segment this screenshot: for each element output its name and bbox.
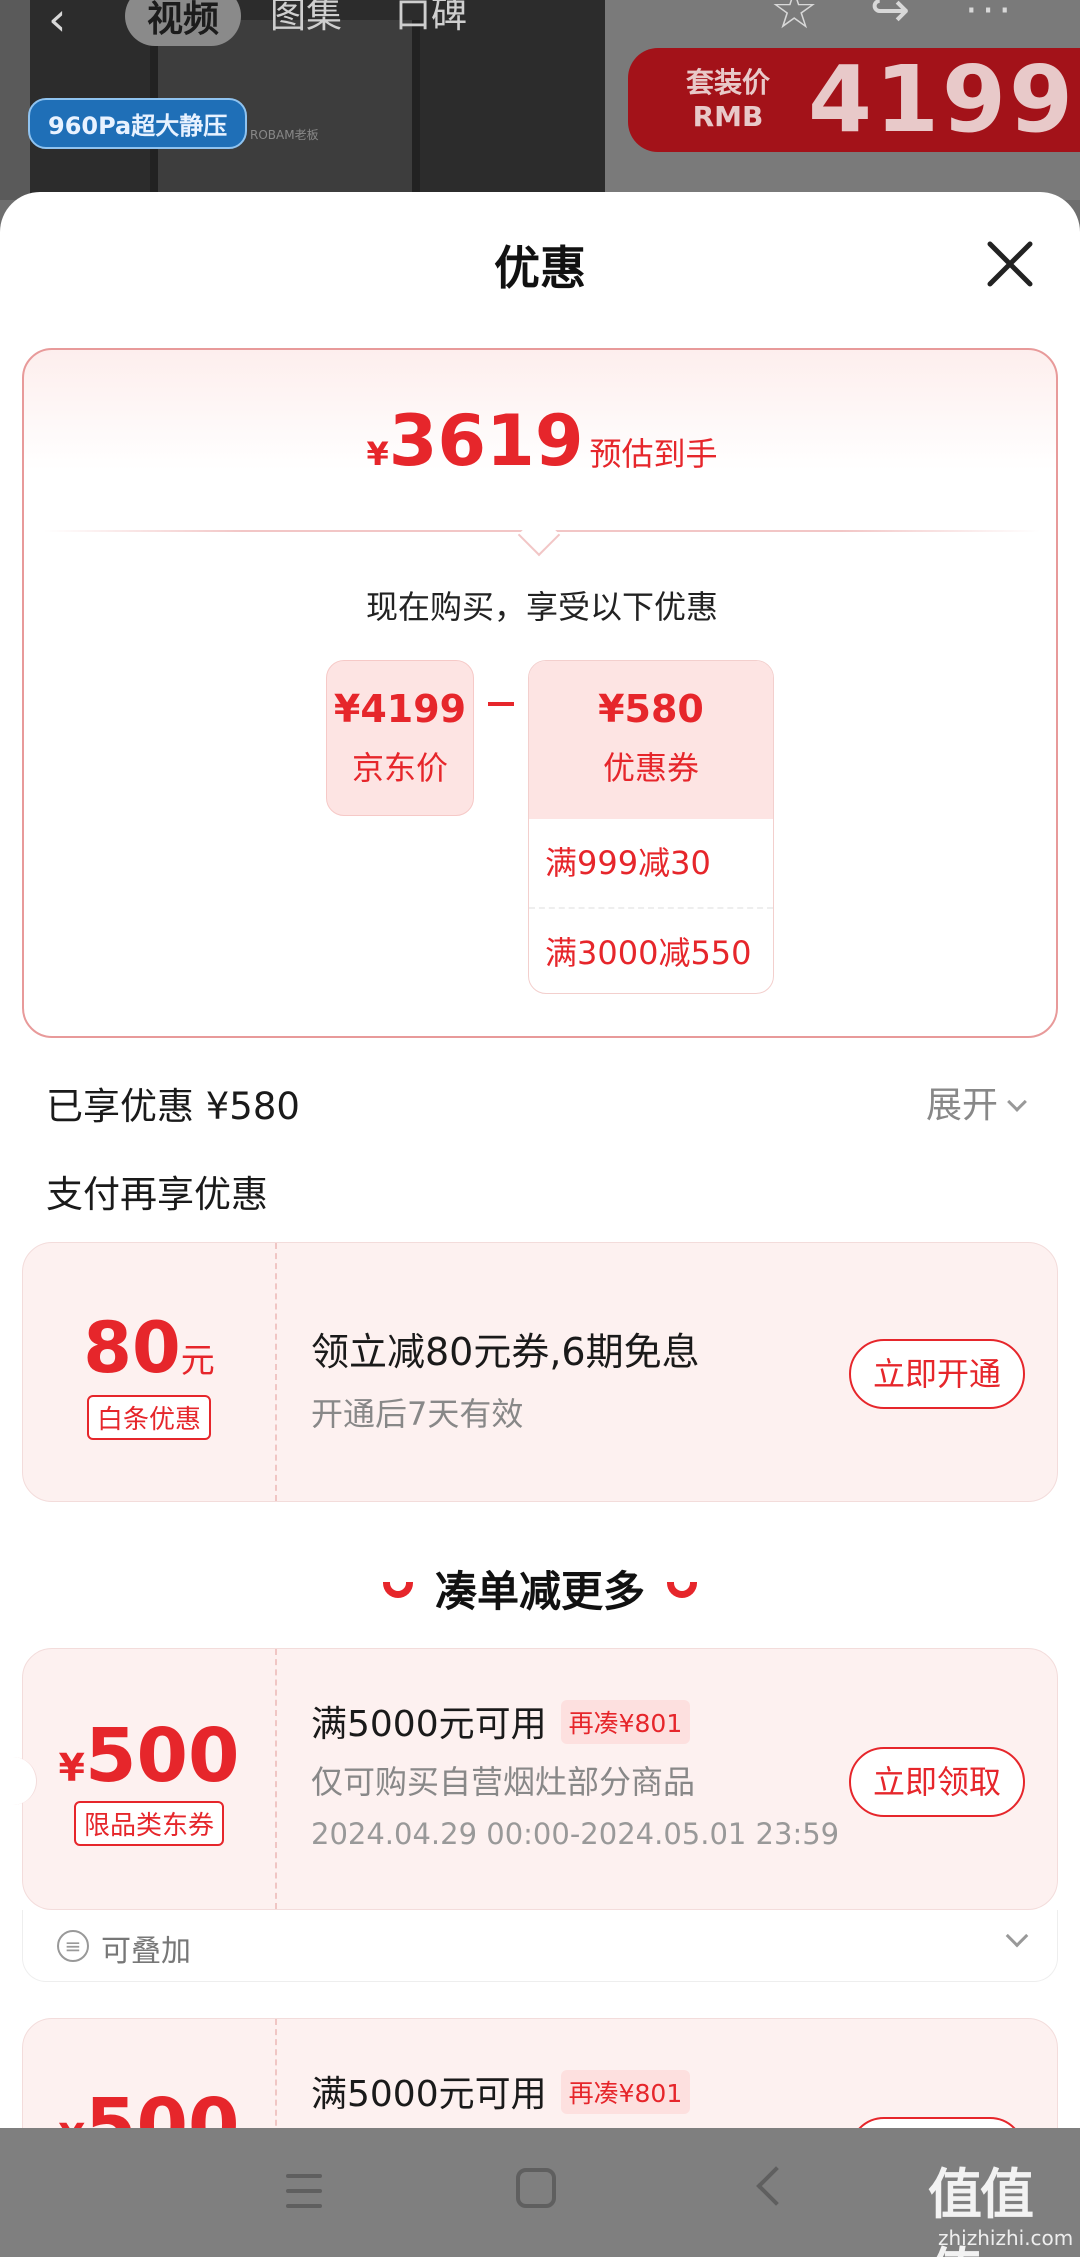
stackable-label: 可叠加 — [101, 1934, 191, 1969]
bundle-more-title: 凑单减更多 — [0, 1558, 1080, 1619]
feature-pill: 960Pa超大静压 — [28, 98, 248, 149]
coupon-title: 满5000元可用 再凑¥801 — [311, 1695, 691, 1748]
more-icon[interactable]: ··· — [965, 0, 1015, 34]
pay-more-title: 支付再享优惠 — [46, 1173, 268, 1216]
estimated-price: ¥3619 预估到手 — [366, 400, 718, 482]
summary-notch — [517, 513, 561, 557]
chevron-down-icon — [1007, 1092, 1027, 1112]
chevron-left-icon[interactable]: ‹ — [48, 0, 66, 46]
coupon-rule: 满3000减550 — [529, 907, 773, 993]
discount-sheet: 优惠 ¥3619 预估到手 现在购买，享受以下优惠 ¥4199 京东价 ¥580 … — [0, 192, 1080, 2128]
baitiao-tag: 白条优惠 — [86, 1395, 211, 1440]
stack-icon: ≡ — [57, 1930, 89, 1962]
coupon-amount: ¥500 — [58, 1713, 240, 1799]
coupon-description: 仅可购买自营烟灶部分商品 — [311, 1763, 696, 1801]
back-icon[interactable] — [756, 2166, 796, 2206]
stackable-row[interactable]: ≡ 可叠加 — [22, 1910, 1058, 1982]
buy-now-text: 现在购买，享受以下优惠 — [365, 588, 718, 626]
claim-coupon-button[interactable] — [849, 2117, 1025, 2128]
tab-gallery[interactable]: 图集 — [270, 0, 342, 38]
baitiao-subtitle: 开通后7天有效 — [311, 1395, 524, 1433]
system-nav-bar — [0, 2128, 1080, 2257]
coupon-rule: 满999减30 — [545, 844, 711, 882]
coupon-card: ¥500 限品类东券 满5000元可用 再凑¥801 仅可购买自营烟灶部分商品 2… — [9, 1648, 1058, 1910]
share-icon[interactable]: ↪ — [870, 0, 910, 38]
home-icon[interactable] — [516, 2168, 556, 2208]
baitiao-title: 领立减80元券,6期免息 — [311, 1330, 700, 1374]
jd-price-box: ¥4199 京东价 — [326, 660, 474, 816]
smile-icon — [382, 1582, 413, 1598]
tab-reviews[interactable]: 口碑 — [395, 0, 467, 38]
baitiao-amount: 80元 — [83, 1307, 215, 1389]
price-summary-card: ¥3619 预估到手 现在购买，享受以下优惠 ¥4199 京东价 ¥580 优惠券… — [22, 348, 1058, 1038]
chevron-down-icon[interactable] — [1005, 1924, 1029, 1948]
menu-icon[interactable] — [286, 2174, 322, 2208]
claim-coupon-button[interactable]: 立即领取 — [849, 1747, 1025, 1817]
tab-video[interactable]: 视频 — [125, 0, 242, 46]
open-baitiao-button[interactable]: 立即开通 — [849, 1339, 1025, 1409]
coupon-total-box: ¥580 优惠券 满999减30 满3000减550 — [528, 660, 774, 994]
product-header-background: ‹ 视频 图集 口碑 ☆ ↪ ··· 960Pa超大静压 ROBAM老板 套装价… — [0, 0, 1080, 200]
price-banner-value: 4199 — [808, 46, 1077, 153]
expand-button[interactable]: 展开 — [926, 1076, 1027, 1128]
coupon-gap-badge: 再凑¥801 — [560, 1700, 691, 1744]
coupon-gap-badge: 再凑¥801 — [560, 2070, 691, 2114]
baitiao-offer-card: 80元 白条优惠 领立减80元券,6期免息 开通后7天有效 立即开通 — [22, 1242, 1058, 1502]
coupon-card: ¥500 满5000元可用再凑¥801 — [22, 2018, 1058, 2128]
sheet-title: 优惠 — [494, 241, 586, 295]
smile-icon — [667, 1582, 697, 1598]
enjoyed-discount: 已享优惠 ¥580 — [46, 1085, 300, 1128]
coupon-category-tag: 限品类东券 — [73, 1801, 224, 1846]
coupon-title: 满5000元可用 再凑¥801 — [311, 2065, 691, 2118]
coupon-amount: ¥500 — [59, 2083, 240, 2128]
brand-mark: ROBAM老板 — [250, 128, 319, 142]
coupon-validity: 2024.04.29 00:00-2024.05.01 23:59 — [311, 1817, 840, 1851]
price-banner-label: 套装价 RMB — [686, 66, 771, 133]
minus-sign — [488, 702, 514, 706]
star-icon[interactable]: ☆ — [770, 0, 818, 41]
close-icon[interactable] — [980, 234, 1040, 294]
watermark-url: zhizhizhi.com — [938, 2226, 1074, 2250]
